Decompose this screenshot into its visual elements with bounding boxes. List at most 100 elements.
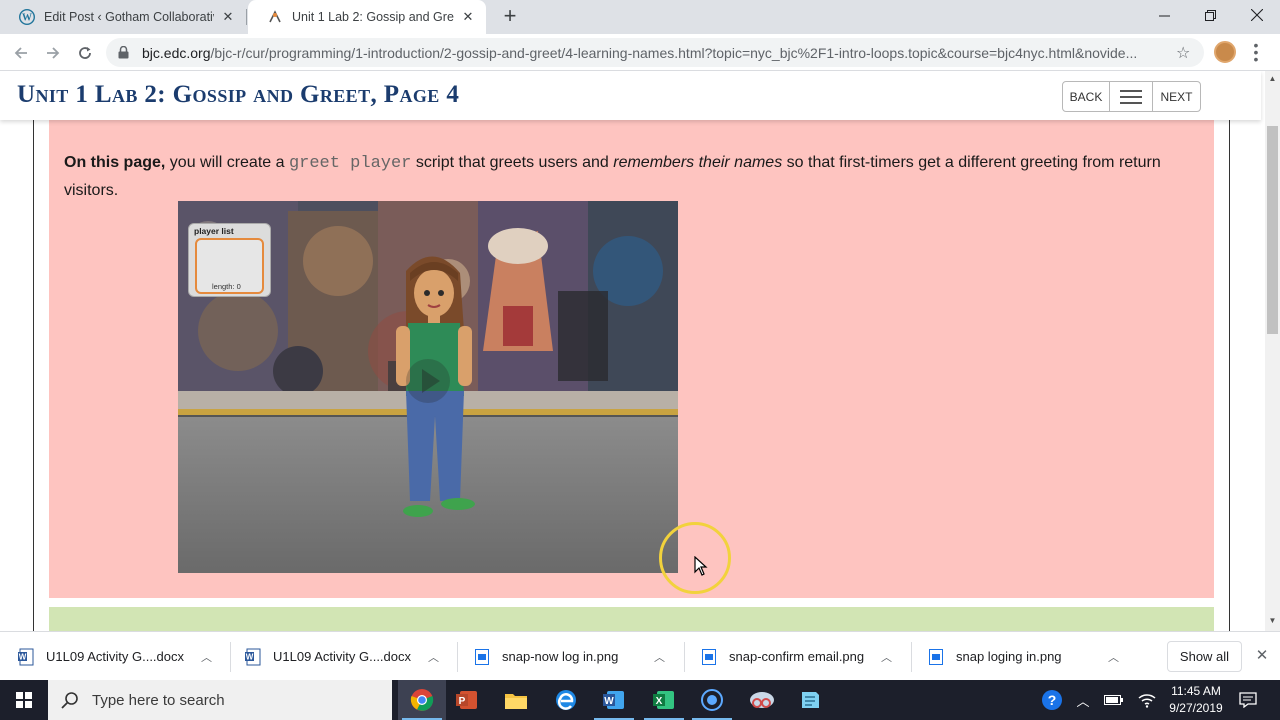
profile-avatar[interactable] bbox=[1214, 41, 1236, 63]
close-icon[interactable]: ✕ bbox=[220, 9, 236, 25]
tab-strip: W Edit Post ‹ Gotham Collaborative ✕ Uni… bbox=[0, 0, 1280, 34]
svg-text:W: W bbox=[19, 652, 27, 661]
page-nav-group: BACK NEXT bbox=[1062, 81, 1201, 112]
reload-icon[interactable] bbox=[72, 40, 98, 66]
watcher-title: player list bbox=[194, 226, 234, 236]
restore-icon[interactable] bbox=[1187, 0, 1233, 30]
tab-edit-post[interactable]: W Edit Post ‹ Gotham Collaborative ✕ bbox=[0, 0, 246, 34]
bookmark-star-icon[interactable]: ☆ bbox=[1176, 43, 1190, 63]
page-scrollbar[interactable]: ▲ ▼ bbox=[1265, 71, 1280, 631]
image-file-icon bbox=[701, 648, 717, 666]
scrollbar-thumb[interactable] bbox=[1267, 126, 1278, 334]
svg-text:W: W bbox=[22, 13, 32, 24]
more-menu-icon[interactable]: • • • bbox=[1250, 38, 1262, 66]
window-close-icon[interactable] bbox=[1234, 0, 1280, 30]
chevron-up-icon[interactable]: ︿ bbox=[428, 649, 439, 665]
notifications-icon[interactable] bbox=[1236, 680, 1260, 720]
back-arrow-icon[interactable] bbox=[8, 40, 34, 66]
download-item[interactable]: snap loging in.png ︿ bbox=[928, 632, 1138, 681]
tab-unit1-lab2[interactable]: Unit 1 Lab 2: Gossip and Greet, P ✕ bbox=[248, 0, 486, 34]
greet-player-code: greet player bbox=[288, 154, 412, 173]
next-button[interactable]: NEXT bbox=[1153, 82, 1200, 111]
svg-text:W: W bbox=[246, 652, 254, 661]
system-clock[interactable]: 11:45 AM 9/27/2019 bbox=[1163, 683, 1229, 717]
url-host: bjc.edc.org bbox=[142, 44, 211, 61]
download-item[interactable]: W U1L09 Activity G....docx ︿ bbox=[245, 632, 457, 681]
help-icon[interactable]: ? bbox=[1038, 680, 1066, 720]
page-header: Unit 1 Lab 2: Gossip and Greet, Page 4 B… bbox=[0, 71, 1261, 120]
divider bbox=[684, 642, 685, 672]
snipping-tool-icon[interactable] bbox=[738, 680, 786, 720]
excel-app-icon[interactable]: X bbox=[640, 680, 688, 720]
chrome-app-icon[interactable] bbox=[398, 680, 446, 720]
back-button[interactable]: BACK bbox=[1063, 82, 1110, 111]
download-item[interactable]: snap-now log in.png ︿ bbox=[474, 632, 684, 681]
download-filename: snap loging in.png bbox=[956, 649, 1062, 664]
word-app-icon[interactable]: W bbox=[590, 680, 638, 720]
battery-icon[interactable] bbox=[1101, 680, 1127, 720]
clock-date: 9/27/2019 bbox=[1169, 701, 1223, 715]
word-file-icon: W bbox=[18, 648, 34, 666]
divider bbox=[457, 642, 458, 672]
svg-text:?: ? bbox=[1048, 692, 1057, 708]
page-viewport: On this page, you will create a greet pl… bbox=[0, 71, 1265, 631]
chevron-up-icon[interactable]: ︿ bbox=[654, 649, 665, 665]
word-file-icon: W bbox=[245, 648, 261, 666]
download-shelf: W U1L09 Activity G....docx ︿ W U1L09 Act… bbox=[0, 631, 1280, 680]
chevron-up-icon[interactable]: ︿ bbox=[1108, 649, 1119, 665]
intro-lead: On this page, bbox=[64, 154, 166, 171]
download-item[interactable]: W U1L09 Activity G....docx ︿ bbox=[18, 632, 230, 681]
url-path: /bjc-r/cur/programming/1-introduction/2-… bbox=[210, 44, 1138, 61]
close-icon[interactable]: ✕ bbox=[1253, 647, 1271, 665]
mouse-cursor-icon bbox=[694, 556, 708, 576]
taskbar-search-box[interactable]: Type here to search bbox=[48, 680, 392, 720]
edge-app-icon[interactable] bbox=[542, 680, 590, 720]
file-explorer-icon[interactable] bbox=[492, 680, 540, 720]
intro-part1: you will create a bbox=[165, 154, 289, 171]
url-text[interactable]: bjc.edc.org/bjc-r/cur/programming/1-intr… bbox=[142, 45, 1170, 61]
minimize-icon[interactable] bbox=[1141, 0, 1187, 30]
notepad-app-icon[interactable] bbox=[786, 680, 834, 720]
wifi-icon[interactable] bbox=[1134, 680, 1160, 720]
chevron-up-icon[interactable]: ︿ bbox=[1071, 680, 1095, 720]
search-icon bbox=[61, 691, 79, 709]
address-bar[interactable]: bjc.edc.org/bjc-r/cur/programming/1-intr… bbox=[106, 38, 1204, 67]
svg-text:W: W bbox=[604, 696, 614, 707]
browser-toolbar: bjc.edc.org/bjc-r/cur/programming/1-intr… bbox=[0, 34, 1280, 71]
clock-time: 11:45 AM bbox=[1171, 684, 1221, 698]
divider bbox=[230, 642, 231, 672]
lock-icon[interactable] bbox=[118, 46, 132, 59]
chevron-up-icon[interactable]: ︿ bbox=[201, 649, 212, 665]
download-filename: snap-now log in.png bbox=[502, 649, 619, 664]
divider bbox=[911, 642, 912, 672]
watcher-length: length: 0 bbox=[212, 282, 241, 291]
forward-arrow-icon[interactable] bbox=[40, 40, 66, 66]
show-all-button[interactable]: Show all bbox=[1167, 641, 1242, 672]
menu-hamburger-icon[interactable] bbox=[1110, 82, 1153, 111]
new-tab-plus-icon[interactable]: + bbox=[498, 5, 522, 29]
svg-text:X: X bbox=[656, 696, 663, 707]
search-placeholder: Type here to search bbox=[92, 691, 225, 709]
tab-divider bbox=[246, 9, 247, 25]
scroll-down-icon[interactable]: ▼ bbox=[1268, 616, 1277, 625]
windows-start-icon[interactable] bbox=[0, 680, 48, 720]
tab-title: Edit Post ‹ Gotham Collaborative bbox=[44, 10, 214, 24]
close-icon[interactable]: ✕ bbox=[460, 9, 476, 25]
svg-text:P: P bbox=[459, 696, 466, 707]
snap-icon bbox=[267, 9, 283, 25]
image-file-icon bbox=[928, 648, 944, 666]
next-section-box bbox=[49, 607, 1214, 631]
powerpoint-app-icon[interactable]: P bbox=[443, 680, 491, 720]
scroll-up-icon[interactable]: ▲ bbox=[1268, 74, 1277, 83]
windows-taskbar: Type here to search P W X ? ︿ 11:45 AM 9… bbox=[0, 680, 1280, 720]
download-item[interactable]: snap-confirm email.png ︿ bbox=[701, 632, 911, 681]
intro-box: On this page, you will create a greet pl… bbox=[49, 120, 1214, 598]
download-filename: snap-confirm email.png bbox=[729, 649, 865, 664]
player-list-watcher[interactable]: player list length: 0 bbox=[188, 223, 271, 297]
snap-stage-image: player list length: 0 bbox=[178, 201, 678, 573]
screen-recorder-icon[interactable] bbox=[688, 680, 736, 720]
intro-text: On this page, you will create a greet pl… bbox=[64, 149, 1199, 204]
chevron-up-icon[interactable]: ︿ bbox=[881, 649, 892, 665]
image-file-icon bbox=[474, 648, 490, 666]
page-title: Unit 1 Lab 2: Gossip and Greet, Page 4 bbox=[17, 81, 460, 108]
